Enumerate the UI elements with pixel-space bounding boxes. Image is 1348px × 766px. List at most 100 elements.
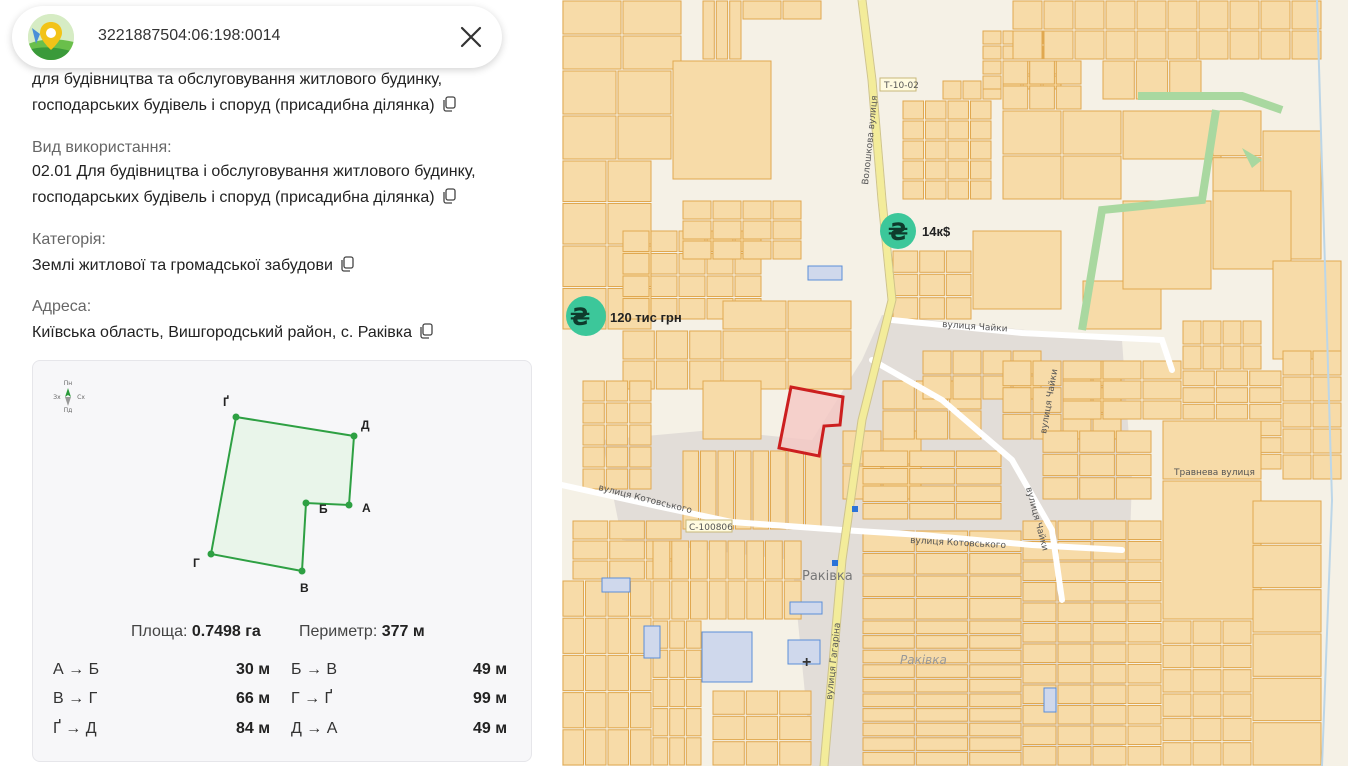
parcel[interactable]	[617, 70, 672, 115]
parcel[interactable]	[607, 654, 629, 692]
parcel[interactable]	[1215, 403, 1249, 420]
parcel[interactable]	[622, 0, 682, 35]
parcel[interactable]	[1222, 669, 1252, 693]
parcel[interactable]	[862, 468, 909, 485]
parcel[interactable]	[572, 560, 609, 580]
parcel[interactable]	[1062, 155, 1122, 200]
parcel[interactable]	[630, 729, 652, 766]
parcel[interactable]	[1022, 746, 1057, 766]
parcel[interactable]	[925, 120, 947, 140]
parcel[interactable]	[1162, 644, 1192, 669]
parcel[interactable]	[572, 540, 609, 560]
parcel[interactable]	[708, 540, 727, 580]
parcel[interactable]	[915, 553, 969, 575]
parcel[interactable]	[1127, 623, 1162, 643]
parcel[interactable]	[669, 649, 685, 678]
parcel[interactable]	[969, 635, 1022, 649]
parcel[interactable]	[909, 503, 955, 520]
parcel[interactable]	[909, 468, 955, 485]
parcel[interactable]	[862, 598, 915, 620]
parcel[interactable]	[1002, 413, 1032, 440]
parcel[interactable]	[969, 575, 1022, 597]
parcel[interactable]	[969, 553, 1022, 575]
parcel[interactable]	[1092, 705, 1127, 725]
parcel[interactable]	[902, 100, 924, 120]
parcel[interactable]	[652, 678, 669, 708]
parcel[interactable]	[582, 424, 605, 446]
parcel[interactable]	[902, 160, 924, 180]
parcel[interactable]	[952, 350, 982, 375]
parcel[interactable]	[622, 275, 650, 297]
parcel[interactable]	[862, 503, 909, 520]
parcel[interactable]	[1055, 85, 1082, 110]
parcel[interactable]	[765, 580, 783, 620]
parcel[interactable]	[1215, 370, 1249, 387]
parcel[interactable]	[562, 245, 607, 287]
parcel[interactable]	[1074, 30, 1105, 60]
parcel[interactable]	[862, 678, 915, 693]
parcel[interactable]	[669, 678, 685, 708]
parcel[interactable]	[1043, 30, 1074, 60]
parcel[interactable]	[915, 620, 969, 635]
parcel[interactable]	[630, 692, 652, 729]
parcel[interactable]	[1252, 722, 1322, 766]
copy-icon[interactable]	[441, 96, 457, 112]
parcel[interactable]	[685, 678, 702, 708]
parcel[interactable]	[970, 160, 992, 180]
parcel[interactable]	[1043, 0, 1074, 30]
parcel[interactable]	[1198, 0, 1229, 30]
parcel[interactable]	[1002, 387, 1032, 413]
parcel[interactable]	[915, 693, 969, 708]
parcel[interactable]	[1062, 380, 1102, 400]
parcel[interactable]	[712, 240, 742, 260]
parcel[interactable]	[1142, 360, 1182, 380]
parcel[interactable]	[685, 737, 702, 766]
parcel[interactable]	[1162, 669, 1192, 693]
parcel[interactable]	[1055, 60, 1082, 85]
parcel[interactable]	[892, 297, 919, 320]
parcel[interactable]	[1249, 370, 1282, 387]
parcel[interactable]	[772, 240, 802, 260]
parcel[interactable]	[712, 200, 742, 220]
parcel[interactable]	[1127, 705, 1162, 725]
parcel[interactable]	[1222, 693, 1252, 717]
parcel[interactable]	[1012, 30, 1043, 60]
parcel[interactable]	[1022, 725, 1057, 745]
parcel[interactable]	[1192, 742, 1222, 766]
parcel[interactable]	[669, 708, 685, 737]
parcel[interactable]	[1127, 684, 1162, 704]
parcel[interactable]	[783, 540, 802, 580]
parcel[interactable]	[712, 220, 742, 240]
parcel[interactable]	[1002, 360, 1032, 387]
parcel[interactable]	[1260, 30, 1291, 60]
parcel[interactable]	[1182, 403, 1215, 420]
parcel[interactable]	[629, 424, 652, 446]
parcel[interactable]	[915, 575, 969, 597]
parcel[interactable]	[955, 503, 1002, 520]
parcel[interactable]	[1022, 602, 1057, 622]
parcel[interactable]	[742, 220, 772, 240]
parcel[interactable]	[862, 575, 915, 597]
parcel[interactable]	[1142, 400, 1182, 420]
parcel[interactable]	[745, 715, 779, 741]
parcel[interactable]	[779, 690, 812, 715]
parcel[interactable]	[969, 664, 1022, 678]
parcel[interactable]	[1212, 190, 1292, 270]
parcel[interactable]	[972, 230, 1062, 310]
parcel[interactable]	[1182, 345, 1202, 370]
parcel[interactable]	[690, 540, 708, 580]
parcel[interactable]	[629, 468, 652, 490]
parcel[interactable]	[605, 380, 629, 402]
parcel[interactable]	[1057, 520, 1092, 540]
parcel[interactable]	[722, 330, 787, 360]
parcel[interactable]	[915, 751, 969, 766]
parcel[interactable]	[862, 708, 915, 722]
parcel[interactable]	[607, 617, 629, 654]
parcel[interactable]	[862, 620, 915, 635]
parcel[interactable]	[922, 350, 952, 375]
parcel[interactable]	[1022, 623, 1057, 643]
parcel[interactable]	[562, 115, 617, 160]
parcel[interactable]	[1029, 60, 1055, 85]
parcel[interactable]	[742, 0, 782, 20]
parcel[interactable]	[1022, 582, 1057, 602]
